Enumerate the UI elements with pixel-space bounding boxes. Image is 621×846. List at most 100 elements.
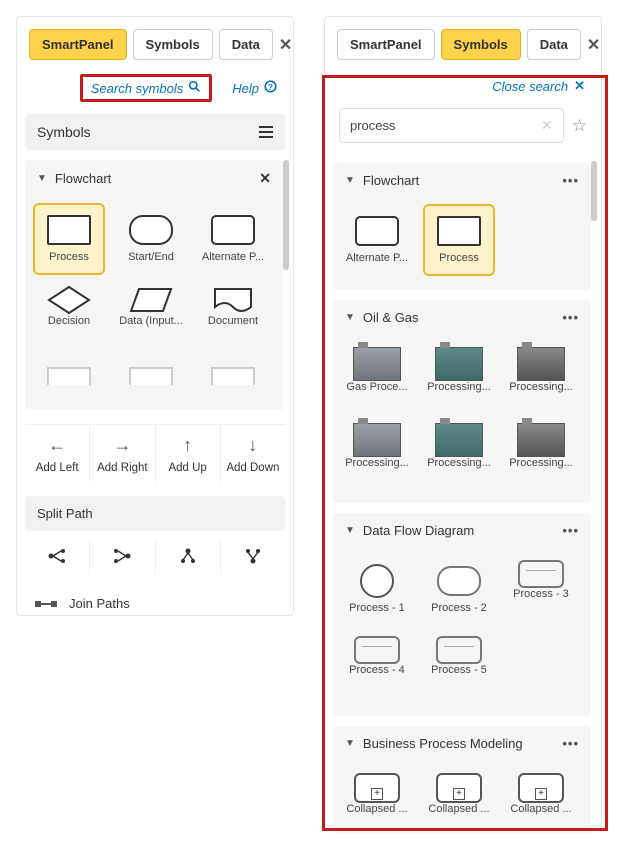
add-down-button[interactable]: ↓ Add Down <box>221 425 285 482</box>
category-flowchart: ▼ Flowchart ••• Alternate P... Process <box>333 163 591 290</box>
symbol-processing[interactable]: Processing... <box>505 417 577 489</box>
symbol-document[interactable]: Document <box>197 279 269 351</box>
search-box: ✕ <box>339 108 564 143</box>
flowchart-grid: Alternate P... Process <box>333 198 591 290</box>
add-left-button[interactable]: ← Add Left <box>25 425 90 482</box>
symbol-collapsed[interactable]: Collapsed ... <box>505 767 577 833</box>
bpm-shape-icon <box>518 773 564 803</box>
close-panel-icon[interactable]: ✕ <box>279 35 292 55</box>
symbol-process-5[interactable]: Process - 5 <box>423 630 495 702</box>
symbol-processing[interactable]: Processing... <box>505 341 577 413</box>
split-path-row <box>25 541 285 574</box>
favorite-icon[interactable]: ☆ <box>572 116 587 136</box>
symbol-collapsed[interactable]: Collapsed ... <box>341 767 413 833</box>
search-icon <box>188 80 201 96</box>
proc3-shape-icon <box>518 560 564 588</box>
symbol-collapsed[interactable]: Collapsed ... <box>423 767 495 833</box>
symbol-processing[interactable]: Processing... <box>423 417 495 489</box>
category-flowchart-header[interactable]: ▼ Flowchart ✕ <box>25 160 283 197</box>
tab-symbols[interactable]: Symbols <box>133 29 213 60</box>
data-shape-icon <box>129 285 173 315</box>
symbol-label: Collapsed ... <box>346 803 407 815</box>
symbols-scroll[interactable]: ▼ Flowchart ✕ Process Start/End Alternat… <box>17 150 291 410</box>
arrow-down-icon: ↓ <box>221 435 285 456</box>
symbol-processing[interactable]: Processing... <box>341 417 413 489</box>
more-icon[interactable]: ••• <box>562 523 579 538</box>
bpm-shape-icon <box>354 773 400 803</box>
symbol-decision[interactable]: Decision <box>33 279 105 351</box>
close-panel-icon[interactable]: ✕ <box>587 35 600 55</box>
symbol-label: Processing... <box>427 381 491 393</box>
join-paths-button[interactable]: Join Paths <box>17 574 293 633</box>
tab-smartpanel[interactable]: SmartPanel <box>337 29 435 60</box>
symbol-label: Start/End <box>128 251 174 263</box>
category-title: Flowchart <box>363 173 419 188</box>
category-flowchart: ▼ Flowchart ✕ Process Start/End Alternat… <box>25 160 283 410</box>
tab-smartpanel[interactable]: SmartPanel <box>29 29 127 60</box>
symbol-label: Collapsed ... <box>428 803 489 815</box>
help-link[interactable]: Help ? <box>232 74 277 102</box>
symbol-label: Document <box>208 315 258 327</box>
category-close-icon[interactable]: ✕ <box>259 170 271 187</box>
close-search-link[interactable]: Close search ✕ <box>492 78 585 94</box>
bpm-grid: Collapsed ... Collapsed ... Collapsed ..… <box>333 761 591 833</box>
symbol-process[interactable]: Process <box>423 204 495 276</box>
split-down-icon <box>178 547 198 565</box>
results-scroll[interactable]: ▼ Flowchart ••• Alternate P... Process ▼… <box>325 153 599 833</box>
startend-shape-icon <box>129 215 173 245</box>
tab-symbols[interactable]: Symbols <box>441 29 521 60</box>
symbol-process-3[interactable]: Process - 3 <box>505 554 577 626</box>
symbol-label: Process <box>439 252 479 264</box>
symbol-alternate[interactable]: Alternate P... <box>197 203 269 275</box>
scrollbar-thumb[interactable] <box>591 161 597 221</box>
more-icon[interactable]: ••• <box>562 310 579 325</box>
split-path-header: Split Path <box>25 496 285 531</box>
category-head[interactable]: ▼ Business Process Modeling ••• <box>333 726 591 761</box>
merge-icon <box>112 547 132 565</box>
symbol-startend[interactable]: Start/End <box>115 203 187 275</box>
search-input[interactable] <box>350 118 541 133</box>
symbol-process-2[interactable]: Process - 2 <box>423 554 495 626</box>
symbol-gas-proc[interactable]: Gas Proce... <box>341 341 413 413</box>
symbol-alternate[interactable]: Alternate P... <box>341 204 413 276</box>
tab-data[interactable]: Data <box>219 29 273 60</box>
symbol-processing[interactable]: Processing... <box>423 341 495 413</box>
category-head[interactable]: ▼ Flowchart ••• <box>333 163 591 198</box>
symbol-more[interactable] <box>33 355 105 410</box>
category-oil-gas: ▼ Oil & Gas ••• Gas Proce... Processing.… <box>333 300 591 503</box>
symbol-data[interactable]: Data (Input... <box>115 279 187 351</box>
add-up-button[interactable]: ↑ Add Up <box>156 425 221 482</box>
symbols-search-panel: SmartPanel Symbols Data ✕ Close search ✕… <box>324 16 602 826</box>
split-option-3[interactable] <box>156 541 221 574</box>
split-option-2[interactable] <box>90 541 155 574</box>
split-option-1[interactable] <box>25 541 90 574</box>
symbol-more[interactable] <box>197 355 269 410</box>
symbol-process-1[interactable]: Process - 1 <box>341 554 413 626</box>
industrial-icon <box>353 423 401 457</box>
hamburger-icon[interactable] <box>259 126 273 138</box>
symbol-label: Processing... <box>509 457 573 469</box>
add-right-button[interactable]: → Add Right <box>90 425 155 482</box>
decision-shape-icon <box>47 285 91 315</box>
symbol-label: Decision <box>48 315 90 327</box>
symbol-process-4[interactable]: Process - 4 <box>341 630 413 702</box>
clear-search-icon[interactable]: ✕ <box>541 117 553 134</box>
category-head[interactable]: ▼ Data Flow Diagram ••• <box>333 513 591 548</box>
industrial-icon <box>517 423 565 457</box>
tab-data[interactable]: Data <box>527 29 581 60</box>
category-head[interactable]: ▼ Oil & Gas ••• <box>333 300 591 335</box>
more-icon[interactable]: ••• <box>562 736 579 751</box>
more-icon[interactable]: ••• <box>562 173 579 188</box>
scrollbar-thumb[interactable] <box>283 160 289 270</box>
split-option-4[interactable] <box>221 541 285 574</box>
search-symbols-label: Search symbols <box>91 81 183 96</box>
document-shape-icon <box>211 285 255 315</box>
svg-text:?: ? <box>268 83 273 92</box>
round-shape-icon <box>437 566 481 596</box>
symbol-label: Process - 5 <box>431 664 487 676</box>
search-symbols-link[interactable]: Search symbols <box>91 80 201 96</box>
symbol-process[interactable]: Process <box>33 203 105 275</box>
process-shape-icon <box>47 215 91 245</box>
add-direction-row: ← Add Left → Add Right ↑ Add Up ↓ Add Do… <box>25 424 285 482</box>
symbol-more[interactable] <box>115 355 187 410</box>
